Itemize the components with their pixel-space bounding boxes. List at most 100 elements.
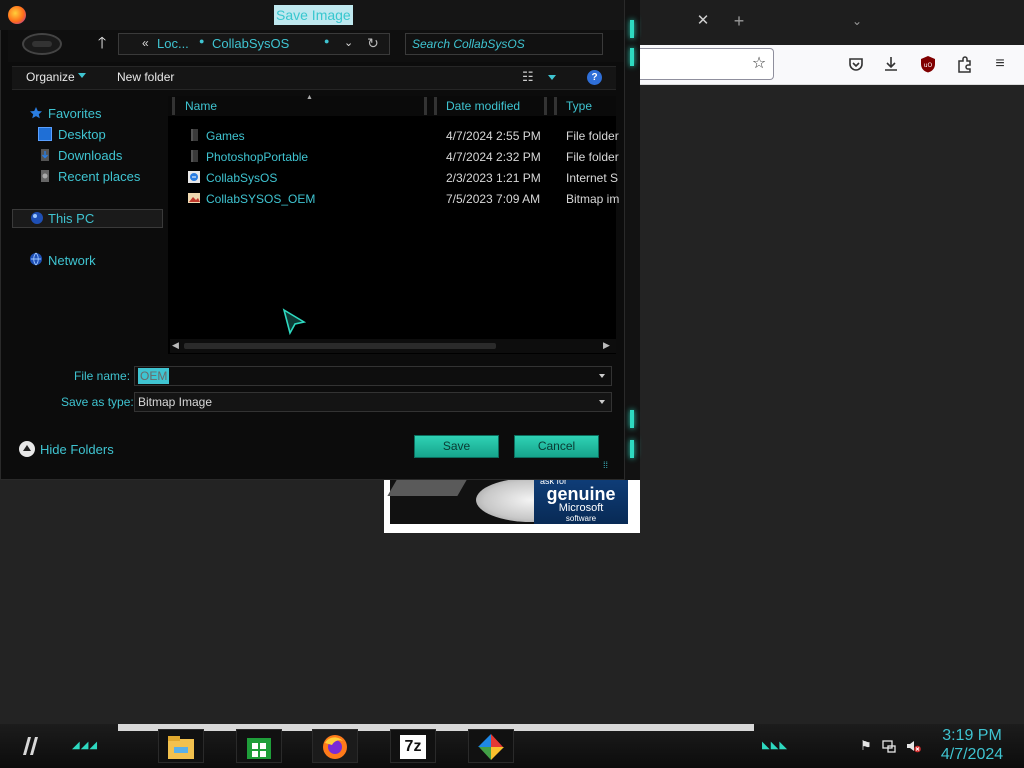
menu-icon[interactable]: ≡ xyxy=(989,53,1011,75)
new-folder-button[interactable]: New folder xyxy=(117,70,174,84)
file-name-cell[interactable]: CollabSysOS xyxy=(206,171,277,185)
start-button[interactable] xyxy=(15,733,45,759)
bitmap-file-icon xyxy=(187,191,201,205)
nav-network[interactable]: Network xyxy=(48,252,96,270)
scroll-left-icon[interactable]: ◀ xyxy=(172,340,179,351)
sort-indicator-icon: ▲ xyxy=(306,94,313,101)
browser-tab-bar xyxy=(632,0,1024,45)
nav-favorites[interactable]: Favorites xyxy=(48,105,101,123)
file-date-cell: 4/7/2024 2:32 PM xyxy=(446,150,541,164)
file-date-cell: 2/3/2023 1:21 PM xyxy=(446,171,541,185)
hide-folders-button[interactable]: Hide Folders xyxy=(40,442,114,457)
ublock-origin-icon[interactable]: uO xyxy=(917,53,939,75)
cancel-button[interactable]: Cancel xyxy=(514,435,599,458)
breadcrumb-separator-icon[interactable]: ● xyxy=(324,36,329,46)
pocket-icon[interactable] xyxy=(845,53,867,75)
nav-back-forward-logo[interactable] xyxy=(22,33,62,55)
column-divider[interactable] xyxy=(434,97,437,115)
chevron-down-icon[interactable]: ⌄ xyxy=(344,36,353,49)
downloads-folder-icon xyxy=(38,148,52,162)
view-dropdown-icon[interactable] xyxy=(548,75,556,80)
frame-glow-accent xyxy=(630,20,634,38)
taskbar-7zip[interactable]: 7z xyxy=(390,729,436,763)
dialog-title: Save Image xyxy=(274,5,353,25)
extensions-icon[interactable] xyxy=(953,53,975,75)
file-name-cell[interactable]: Games xyxy=(206,129,245,143)
tab-list-icon[interactable]: ⌄ xyxy=(848,12,866,30)
taskbar-glow-deco: ◣◣◣ xyxy=(762,740,789,751)
taskbar-clock-time[interactable]: 3:19 PM xyxy=(940,727,1004,745)
change-view-icon[interactable]: ☷ xyxy=(522,70,538,84)
taskbar-clock-date[interactable]: 4/7/2024 xyxy=(938,746,1006,764)
taskbar-firefox[interactable] xyxy=(312,729,358,763)
taskbar-file-explorer[interactable] xyxy=(158,729,204,763)
column-divider[interactable] xyxy=(544,97,547,115)
taskbar-glow-deco: ◢◢◢ xyxy=(72,740,99,751)
firefox-app-icon xyxy=(8,6,26,24)
mouse-cursor-icon xyxy=(282,308,308,338)
file-name-selected-text[interactable]: OEM xyxy=(138,368,170,384)
new-tab-icon[interactable]: + xyxy=(730,12,748,30)
save-as-type-dropdown-icon[interactable] xyxy=(599,400,605,404)
nav-downloads[interactable]: Downloads xyxy=(58,147,122,165)
file-name-label: File name: xyxy=(74,369,131,383)
bookmark-star-icon[interactable]: ☆ xyxy=(748,53,770,75)
downloads-icon[interactable] xyxy=(880,53,902,75)
frame-glow-accent xyxy=(630,440,634,458)
folder-icon xyxy=(187,149,201,163)
breadcrumb-collabsysos[interactable]: CollabSysOS xyxy=(212,36,289,51)
column-divider[interactable] xyxy=(554,97,557,115)
taskbar-pinwheel-app[interactable] xyxy=(468,729,514,763)
save-as-type-label: Save as type: xyxy=(61,395,134,409)
breadcrumb-location[interactable]: Loc... xyxy=(157,36,189,51)
pinwheel-app-icon xyxy=(476,733,506,761)
help-icon[interactable]: ? xyxy=(587,70,602,85)
computer-icon xyxy=(30,211,44,225)
file-date-cell: 7/5/2023 7:09 AM xyxy=(446,192,541,206)
internet-shortcut-icon xyxy=(187,170,201,184)
taskbar-store[interactable] xyxy=(236,729,282,763)
genuine-microsoft-badge: ask for genuine Microsoft software xyxy=(534,476,628,524)
file-name-field[interactable] xyxy=(134,366,612,386)
save-button[interactable]: Save xyxy=(414,435,499,458)
network-tray-icon[interactable] xyxy=(881,738,897,754)
file-name-cell[interactable]: PhotoshopPortable xyxy=(206,150,308,164)
taskbar-top-strip xyxy=(118,724,754,731)
scrollbar-thumb[interactable] xyxy=(184,343,496,349)
nav-recent-places[interactable]: Recent places xyxy=(58,168,140,186)
favorites-star-icon xyxy=(29,106,43,120)
file-type-cell: Internet S xyxy=(566,171,619,185)
file-name-cell[interactable]: CollabSYSOS_OEM xyxy=(206,192,315,206)
file-date-cell: 4/7/2024 2:55 PM xyxy=(446,129,541,143)
column-name[interactable]: Name xyxy=(185,99,217,113)
volume-muted-icon[interactable] xyxy=(905,738,921,754)
column-divider[interactable] xyxy=(172,97,175,115)
column-date-modified[interactable]: Date modified xyxy=(446,99,520,113)
badge-line-3: Microsoft xyxy=(558,502,604,514)
up-arrow-icon[interactable]: 🡑 xyxy=(92,34,112,54)
column-divider[interactable] xyxy=(424,97,427,115)
network-icon xyxy=(29,252,43,266)
firefox-icon xyxy=(320,733,350,761)
file-type-cell: File folder xyxy=(566,129,619,143)
search-input[interactable]: Search CollabSysOS xyxy=(405,33,603,55)
nav-desktop[interactable]: Desktop xyxy=(58,126,106,144)
resize-grip-icon[interactable]: ⁞⁞ xyxy=(603,460,608,470)
organize-dropdown-icon[interactable] xyxy=(78,73,86,78)
frame-glow-accent xyxy=(630,48,634,66)
organize-button[interactable]: Organize xyxy=(26,70,75,84)
scroll-right-icon[interactable]: ▶ xyxy=(603,340,610,351)
tab-close-icon[interactable]: ✕ xyxy=(694,12,712,30)
badge-line-2: genuine xyxy=(546,484,616,504)
action-center-flag-icon[interactable]: ⚑ xyxy=(858,738,874,754)
file-name-dropdown-icon[interactable] xyxy=(599,374,605,378)
collapse-up-icon[interactable] xyxy=(19,441,35,457)
breadcrumb-overflow-icon[interactable]: « xyxy=(142,36,149,50)
breadcrumb-separator-icon[interactable]: ● xyxy=(199,36,204,46)
refresh-icon[interactable]: ↻ xyxy=(364,34,382,52)
column-type[interactable]: Type xyxy=(566,99,592,113)
folder-icon xyxy=(187,128,201,142)
save-as-type-select[interactable]: Bitmap Image xyxy=(134,392,612,412)
nav-this-pc[interactable]: This PC xyxy=(48,210,94,228)
dialog-frame-right xyxy=(624,0,640,480)
